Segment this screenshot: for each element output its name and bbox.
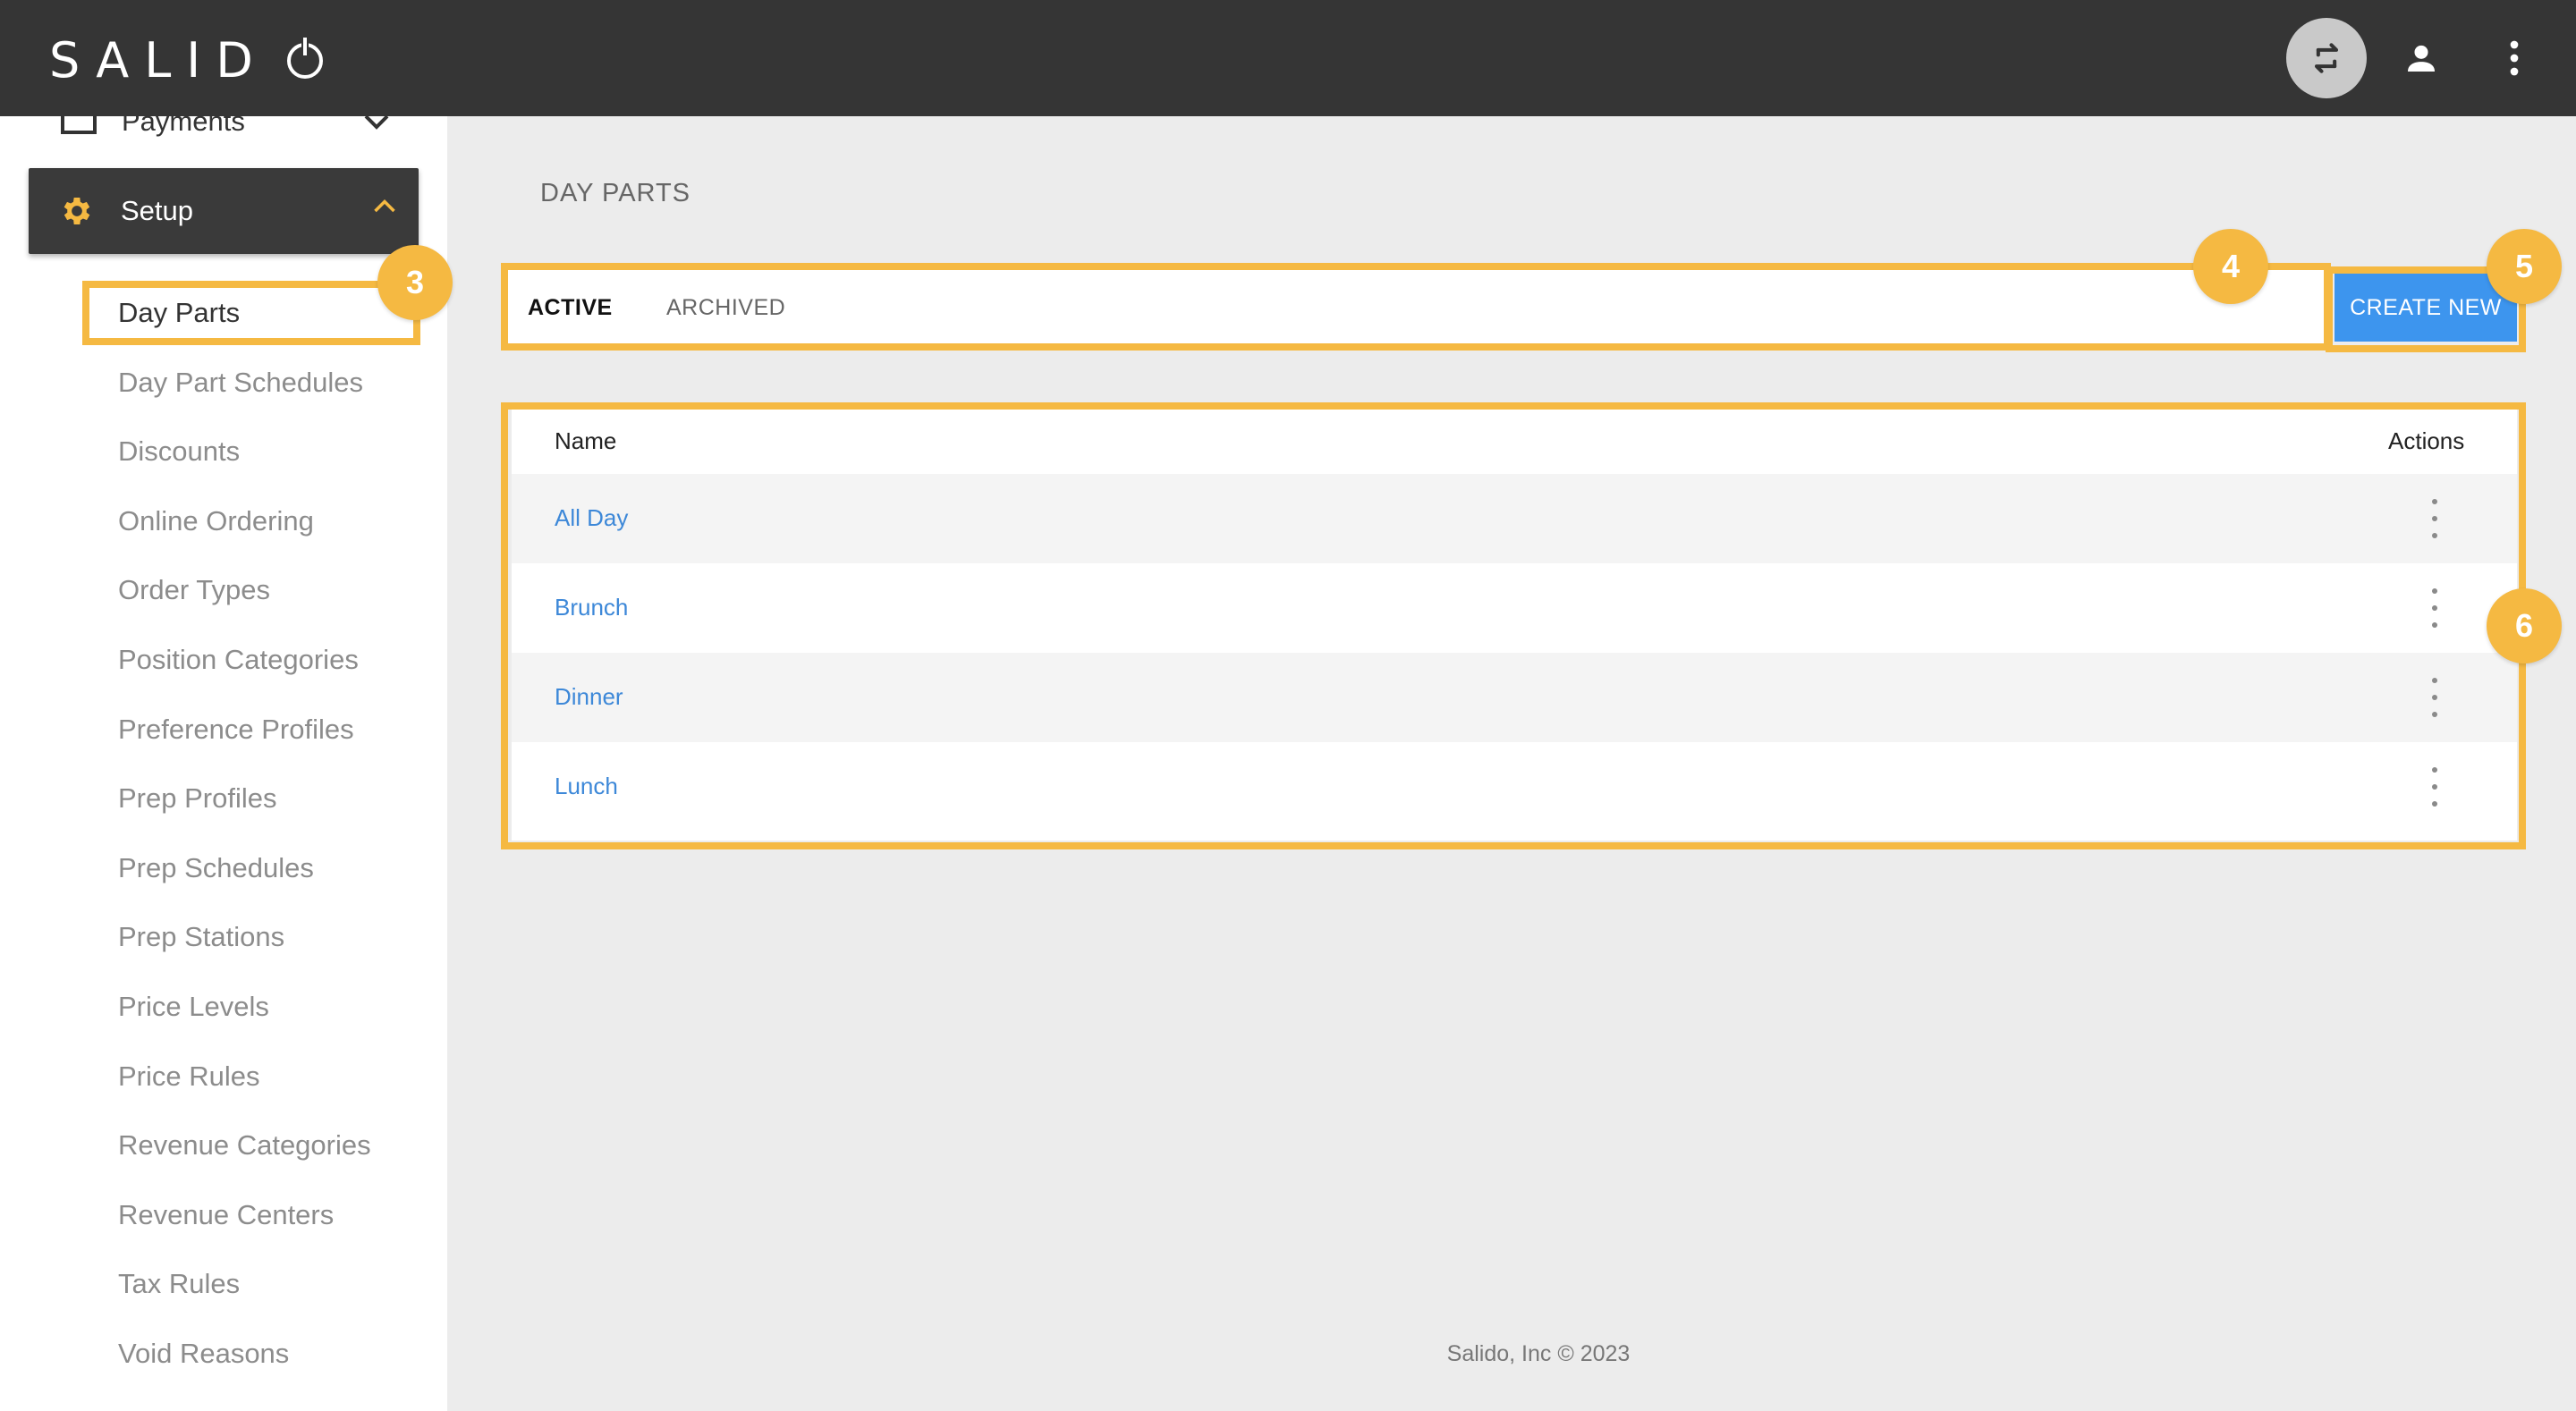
sidebar-item-prep-stations[interactable]: Prep Stations — [118, 921, 284, 953]
row-actions-more-icon[interactable] — [2426, 499, 2444, 538]
chevron-up-icon — [374, 199, 395, 213]
power-icon — [287, 36, 323, 79]
column-header-name[interactable]: Name — [555, 427, 616, 455]
sidebar-item-order-types[interactable]: Order Types — [118, 574, 270, 606]
swap-icon — [2314, 43, 2339, 73]
swap-button[interactable] — [2286, 18, 2367, 98]
sidebar-item-online-ordering[interactable]: Online Ordering — [118, 505, 314, 537]
row-actions-more-icon[interactable] — [2426, 767, 2444, 807]
chevron-down-icon — [364, 116, 389, 130]
day-part-name-link[interactable]: All Day — [555, 504, 628, 532]
day-part-name-link[interactable]: Brunch — [555, 594, 628, 621]
table-row: All Day — [512, 474, 2517, 563]
sidebar-item-price-levels[interactable]: Price Levels — [118, 991, 269, 1023]
gear-icon — [64, 198, 90, 224]
sidebar-item-payments[interactable]: Payments — [0, 116, 447, 156]
sidebar: Payments Setup Day Parts Day Part Schedul… — [0, 116, 447, 1411]
row-actions-more-icon[interactable] — [2426, 588, 2444, 628]
table-row: Dinner — [512, 653, 2517, 742]
logo-text: SALID — [49, 32, 268, 89]
sidebar-item-discounts[interactable]: Discounts — [118, 435, 240, 468]
sidebar-item-position-categories[interactable]: Position Categories — [118, 644, 359, 676]
sidebar-item-label: Payments — [122, 116, 245, 137]
top-bar: SALID — [0, 0, 2576, 116]
sidebar-item-prep-profiles[interactable]: Prep Profiles — [118, 782, 276, 815]
column-header-actions: Actions — [2388, 427, 2465, 454]
sidebar-item-day-part-schedules[interactable]: Day Part Schedules — [118, 367, 363, 399]
sidebar-item-revenue-categories[interactable]: Revenue Categories — [118, 1129, 371, 1162]
salido-logo[interactable]: SALID — [49, 32, 323, 89]
table-row: Lunch — [512, 742, 2517, 832]
user-icon — [2408, 45, 2435, 72]
page-title: DAY PARTS — [540, 179, 691, 207]
sidebar-item-tax-rules[interactable]: Tax Rules — [118, 1268, 240, 1300]
row-actions-more-icon[interactable] — [2426, 678, 2444, 717]
tab-archived[interactable]: ARCHIVED — [666, 295, 785, 321]
more-menu-button[interactable] — [2483, 27, 2546, 89]
day-part-name-link[interactable]: Lunch — [555, 773, 618, 800]
annotation-badge-4: 4 — [2193, 229, 2268, 304]
annotation-badge-3: 3 — [377, 245, 453, 320]
table-row: Brunch — [512, 563, 2517, 653]
sidebar-item-setup[interactable]: Setup — [29, 168, 419, 254]
footer-copyright: Salido, Inc © 2023 — [1446, 1341, 1631, 1366]
account-button[interactable] — [2390, 27, 2453, 89]
tab-active[interactable]: ACTIVE — [528, 295, 613, 321]
sidebar-item-price-rules[interactable]: Price Rules — [118, 1060, 260, 1093]
more-vertical-icon — [2510, 40, 2519, 76]
create-new-button[interactable]: CREATE NEW — [2334, 274, 2517, 342]
annotation-badge-5: 5 — [2487, 229, 2562, 304]
sidebar-item-preference-profiles[interactable]: Preference Profiles — [118, 714, 354, 746]
sidebar-item-label: Setup — [121, 195, 194, 226]
sidebar-item-revenue-centers[interactable]: Revenue Centers — [118, 1199, 334, 1231]
annotation-badge-6: 6 — [2487, 588, 2562, 663]
sidebar-item-day-parts[interactable]: Day Parts — [118, 297, 240, 329]
payment-card-icon — [61, 116, 97, 134]
sidebar-item-prep-schedules[interactable]: Prep Schedules — [118, 852, 314, 884]
day-part-name-link[interactable]: Dinner — [555, 683, 623, 711]
day-parts-table: Name Actions All Day Brunch Dinner Lunch — [512, 410, 2517, 841]
